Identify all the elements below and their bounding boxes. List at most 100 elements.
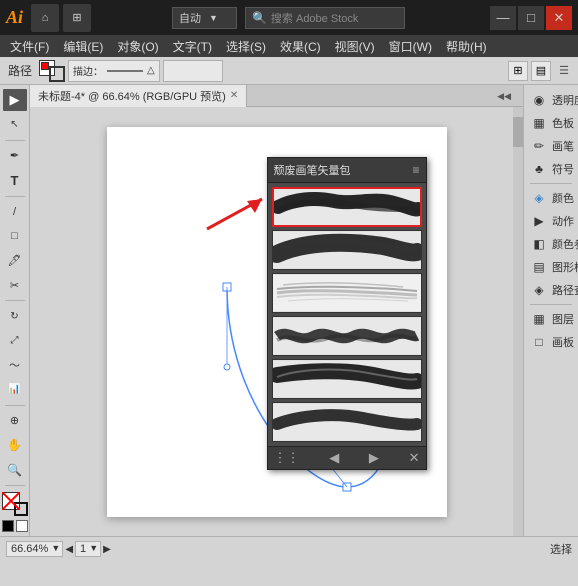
layers-icon: ▦ — [530, 310, 548, 328]
maximize-button[interactable]: □ — [518, 6, 544, 30]
title-middle: 自动 ▼ 🔍 搜索 Adobe Stock — [95, 7, 482, 29]
canvas-area: 未标题-4* @ 66.64% (RGB/GPU 预览) ✕ ◀◀ — [30, 85, 523, 536]
home-icon[interactable]: ⌂ — [31, 4, 59, 32]
brush-stroke-svg-6 — [273, 404, 421, 440]
brush-stroke-svg-3 — [273, 275, 421, 311]
color-icon: ◈ — [530, 189, 548, 207]
arrange-icon[interactable]: ▤ — [531, 61, 551, 81]
swatches-icon: ▦ — [530, 114, 548, 132]
brush-panel: 颓废画笔矢量包 ≡ — [267, 157, 427, 470]
brush-panel-menu-icon[interactable]: ≡ — [412, 163, 419, 177]
panel-item-color-guide[interactable]: ◧ 颜色参考 — [526, 233, 576, 255]
panel-item-actions[interactable]: ▶ 动作 — [526, 210, 576, 232]
fill-stroke-swatches[interactable] — [2, 492, 28, 516]
brush-tool[interactable]: 🖊 — [3, 249, 27, 271]
next-page-button[interactable]: ▶ — [103, 544, 111, 555]
brush-prev-icon[interactable]: ◀ — [329, 450, 339, 466]
panel-item-pathfinder[interactable]: ◈ 路径查... — [526, 279, 576, 301]
line-tool[interactable]: / — [3, 201, 27, 223]
scissors-tool[interactable]: ✂ — [3, 274, 27, 296]
rotate-tool[interactable]: ↻ — [3, 305, 27, 327]
search-box[interactable]: 🔍 搜索 Adobe Stock — [245, 7, 405, 29]
brush-stroke-svg-5 — [273, 361, 421, 397]
pen-tool[interactable]: ✒ — [3, 145, 27, 167]
fill-stroke-swatch[interactable] — [39, 60, 65, 82]
graphic-styles-icon: ▤ — [530, 258, 548, 276]
panel-collapse[interactable]: ◀◀ — [497, 85, 511, 107]
brush-item-4[interactable] — [272, 316, 422, 356]
white-swatch[interactable] — [16, 520, 28, 532]
zoom-area: 66.64% ▼ ◀ 1 ▼ ▶ — [6, 541, 111, 557]
warp-tool[interactable]: 〜 — [3, 354, 27, 376]
panel-item-symbols[interactable]: ♣ 符号 — [526, 158, 576, 180]
stroke-weight-input[interactable] — [163, 60, 223, 82]
zoom-tool[interactable]: 🔍 — [3, 459, 27, 481]
panel-separator-1 — [530, 183, 572, 184]
menu-view[interactable]: 视图(V) — [329, 36, 381, 57]
brush-panel-header: 颓废画笔矢量包 ≡ — [268, 158, 426, 183]
select-tool[interactable]: ▶ — [3, 89, 27, 111]
panel-item-color[interactable]: ◈ 颜色 — [526, 187, 576, 209]
panel-item-transparency[interactable]: ◉ 透明度 — [526, 89, 576, 111]
symbols-icon: ♣ — [530, 160, 548, 178]
document-tab[interactable]: 未标题-4* @ 66.64% (RGB/GPU 预览) ✕ — [30, 85, 247, 107]
workspace-icon[interactable]: ⊞ — [63, 4, 91, 32]
menu-object[interactable]: 对象(O) — [111, 36, 164, 57]
scale-tool[interactable]: ⤢ — [3, 330, 27, 352]
brush-item-3[interactable] — [272, 273, 422, 313]
menu-edit[interactable]: 编辑(E) — [57, 36, 109, 57]
brush-item-5[interactable] — [272, 359, 422, 399]
path-label: 路径 — [4, 62, 36, 79]
direct-select-tool[interactable]: ↖ — [3, 113, 27, 135]
hand-tool[interactable]: ✋ — [3, 434, 27, 456]
panel-item-brush[interactable]: ✏ 画笔 — [526, 135, 576, 157]
panel-item-graphic-styles[interactable]: ▤ 图形样式 — [526, 256, 576, 278]
page-dropdown[interactable]: 1 ▼ — [75, 541, 101, 557]
prev-page-button[interactable]: ◀ — [65, 544, 73, 555]
brush-next-icon[interactable]: ▶ — [369, 450, 379, 466]
eyedropper-tool[interactable]: ⊕ — [3, 410, 27, 432]
brush-panel-footer: ⋮⋮ ◀ ▶ ✕ — [268, 446, 426, 469]
panel-item-artboards[interactable]: □ 画板 — [526, 331, 576, 353]
menu-select[interactable]: 选择(S) — [220, 36, 272, 57]
brush-item-1[interactable] — [272, 187, 422, 227]
brush-item-2[interactable] — [272, 230, 422, 270]
brush-library-icon[interactable]: ⋮⋮ — [274, 450, 300, 466]
red-arrow-indicator — [187, 179, 277, 239]
panel-item-layers[interactable]: ▦ 图层 — [526, 308, 576, 330]
menu-effect[interactable]: 效果(C) — [274, 36, 327, 57]
document-canvas[interactable]: 颓废画笔矢量包 ≡ — [107, 127, 447, 517]
grid-icon[interactable]: ⊞ — [508, 61, 528, 81]
main-area: ▶ ↖ ✒ T / □ 🖊 ✂ ↻ ⤢ 〜 📊 ⊕ ✋ 🔍 — [0, 85, 578, 536]
toolbar-right-icons: ⊞ ▤ ☰ — [508, 61, 574, 81]
menu-expand-icon[interactable]: ☰ — [554, 61, 574, 81]
minimize-button[interactable]: — — [490, 6, 516, 30]
right-panel: ◉ 透明度 ▦ 色板 ✏ 画笔 ♣ 符号 ◈ 颜色 ▶ 动作 ◧ 颜色参考 ▤ — [523, 85, 578, 536]
tab-bar: 未标题-4* @ 66.64% (RGB/GPU 预览) ✕ ◀◀ — [30, 85, 523, 107]
rect-tool[interactable]: □ — [3, 225, 27, 247]
menu-file[interactable]: 文件(F) — [4, 36, 55, 57]
stroke-indicator[interactable]: 描边： △ — [68, 60, 160, 82]
menu-window[interactable]: 窗口(W) — [383, 36, 438, 57]
vertical-scrollbar[interactable] — [513, 107, 523, 536]
panel-separator-2 — [530, 304, 572, 305]
zoom-dropdown[interactable]: 66.64% ▼ — [6, 541, 63, 557]
brush-item-6[interactable] — [272, 402, 422, 442]
pathfinder-icon: ◈ — [530, 281, 548, 299]
panel-item-swatches[interactable]: ▦ 色板 — [526, 112, 576, 134]
arrangement-dropdown[interactable]: 自动 ▼ — [172, 7, 237, 29]
tab-close-button[interactable]: ✕ — [230, 90, 238, 101]
brush-delete-icon[interactable]: ✕ — [409, 450, 420, 466]
black-swatch[interactable] — [2, 520, 14, 532]
brush-panel-title: 颓废画笔矢量包 — [274, 162, 351, 178]
text-tool[interactable]: T — [3, 169, 27, 191]
graph-tool[interactable]: 📊 — [3, 378, 27, 400]
brush-list — [268, 183, 426, 446]
menu-text[interactable]: 文字(T) — [167, 36, 218, 57]
fill-swatch-icon — [2, 492, 20, 510]
menu-help[interactable]: 帮助(H) — [440, 36, 493, 57]
close-button[interactable]: ✕ — [546, 6, 572, 30]
stroke-preview-icon — [105, 62, 145, 80]
transparency-icon: ◉ — [530, 91, 548, 109]
menu-bar: 文件(F) 编辑(E) 对象(O) 文字(T) 选择(S) 效果(C) 视图(V… — [0, 35, 578, 57]
